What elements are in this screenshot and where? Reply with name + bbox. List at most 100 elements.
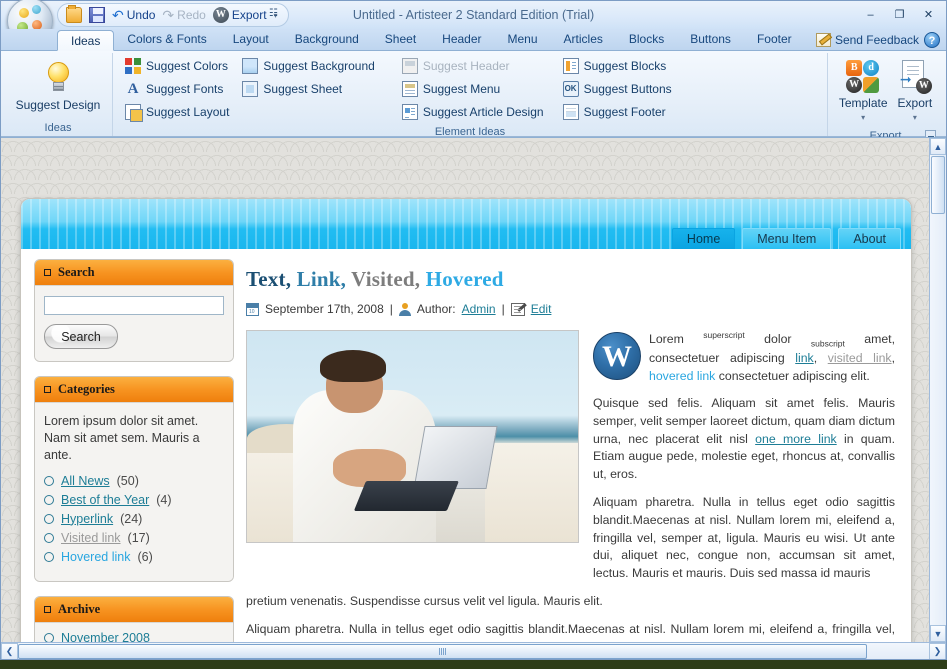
block-bullet-icon xyxy=(44,605,51,613)
vertical-scrollbar[interactable]: ▲ ▼ xyxy=(929,138,946,642)
category-link-all-news[interactable]: All News xyxy=(61,474,110,488)
inline-link[interactable]: link xyxy=(795,351,813,365)
tab-background[interactable]: Background xyxy=(282,29,372,50)
horizontal-scroll-thumb[interactable] xyxy=(18,643,867,659)
category-link-hyperlink[interactable]: Hyperlink xyxy=(61,512,113,526)
template-button[interactable]: B d W Template ▾ xyxy=(836,55,891,127)
send-feedback-label: Send Feedback xyxy=(834,33,919,47)
suggest-footer-command[interactable]: Suggest Footer xyxy=(559,101,679,123)
send-feedback-button[interactable]: Send Feedback xyxy=(815,33,919,47)
suggest-colors-command[interactable]: Suggest Colors xyxy=(121,55,236,77)
archive-block-header: Archive xyxy=(35,596,233,623)
export-big-button[interactable]: ➞ W Export ▾ xyxy=(895,55,936,127)
element-ideas-column-2: Suggest Background Suggest Sheet xyxy=(238,55,381,123)
preview-canvas[interactable]: Home Menu Item About Search Search Categ… xyxy=(1,138,929,642)
category-link-hovered[interactable]: Hovered link xyxy=(61,550,130,564)
tab-ideas[interactable]: Ideas xyxy=(57,30,115,51)
export-caret-icon[interactable]: ▾ xyxy=(913,113,917,122)
element-ideas-columns: Suggest Colors A Suggest Fonts Suggest L… xyxy=(121,55,679,123)
vertical-scroll-thumb[interactable] xyxy=(931,156,945,214)
template-caret-icon[interactable]: ▾ xyxy=(861,113,865,122)
archive-block-body: November 2008 xyxy=(35,622,233,642)
bullet-circle-icon xyxy=(44,494,54,505)
suggest-design-button[interactable]: Suggest Design xyxy=(12,57,104,117)
suggest-buttons-label: Suggest Buttons xyxy=(583,82,672,96)
suggest-sheet-command[interactable]: Suggest Sheet xyxy=(238,78,381,100)
suggest-buttons-command[interactable]: OK Suggest Buttons xyxy=(559,78,679,100)
nav-item-about[interactable]: About xyxy=(838,228,901,249)
nav-item-menu-item[interactable]: Menu Item xyxy=(742,228,832,249)
tab-colors-and-fonts[interactable]: Colors & Fonts xyxy=(114,29,219,50)
horizontal-scrollbar[interactable]: ❮ ❯ xyxy=(1,642,946,659)
minimize-button[interactable]: – xyxy=(857,5,884,24)
maximize-button[interactable]: ❐ xyxy=(886,5,913,24)
ribbon: Suggest Design Ideas Suggest Colors A Su… xyxy=(1,51,946,142)
bullet-circle-icon xyxy=(44,475,54,486)
tab-sheet[interactable]: Sheet xyxy=(372,29,429,50)
archive-link-november-2008[interactable]: November 2008 xyxy=(61,631,150,642)
tabstrip-right-area: Send Feedback ? xyxy=(815,32,946,50)
scroll-up-button[interactable]: ▲ xyxy=(930,138,946,155)
category-link-visited[interactable]: Visited link xyxy=(61,531,121,545)
suggest-article-design-command[interactable]: Suggest Article Design xyxy=(398,101,551,123)
suggest-layout-command[interactable]: Suggest Layout xyxy=(121,101,236,123)
list-item: Visited link (17) xyxy=(44,531,224,545)
scroll-down-button[interactable]: ▼ xyxy=(930,625,946,642)
vertical-scroll-track[interactable] xyxy=(930,215,946,625)
tab-buttons[interactable]: Buttons xyxy=(677,29,744,50)
tab-articles[interactable]: Articles xyxy=(551,29,616,50)
article-author-link[interactable]: Admin xyxy=(462,302,496,316)
buttons-icon: OK xyxy=(562,81,579,97)
category-count: (50) xyxy=(116,473,139,488)
tab-layout[interactable]: Layout xyxy=(220,29,282,50)
tab-footer[interactable]: Footer xyxy=(744,29,805,50)
search-button[interactable]: Search xyxy=(44,324,118,349)
menu-icon xyxy=(401,81,418,97)
ideas-group-label: Ideas xyxy=(44,122,72,134)
feedback-icon xyxy=(815,33,831,47)
bullet-circle-icon xyxy=(44,632,54,642)
suggest-blocks-label: Suggest Blocks xyxy=(583,59,667,73)
suggest-blocks-command[interactable]: Suggest Blocks xyxy=(559,55,679,77)
article-columns: W Lorem superscript dolor subscript amet… xyxy=(246,330,895,583)
title-part-visited: Visited, xyxy=(351,267,421,291)
tab-blocks[interactable]: Blocks xyxy=(616,29,677,50)
article-paragraph-2: Quisque sed felis. Aliquam sit amet feli… xyxy=(593,395,895,484)
close-button[interactable]: ✕ xyxy=(915,5,942,24)
suggest-menu-command[interactable]: Suggest Menu xyxy=(398,78,551,100)
archive-block-title: Archive xyxy=(58,601,101,616)
suggest-header-command: Suggest Header xyxy=(398,55,551,77)
one-more-link[interactable]: one more link xyxy=(755,432,837,446)
title-part-hovered: Hovered xyxy=(425,267,504,291)
list-item: Hovered link (6) xyxy=(44,550,224,564)
categories-block-title: Categories xyxy=(58,382,115,396)
element-ideas-column-1: Suggest Colors A Suggest Fonts Suggest L… xyxy=(121,55,236,123)
article-paragraph-4: pretium venenatis. Suspendisse cursus ve… xyxy=(246,594,603,609)
suggest-background-command[interactable]: Suggest Background xyxy=(238,55,381,77)
window-buttons: – ❐ ✕ xyxy=(857,5,942,24)
meta-separator: | xyxy=(389,302,393,316)
edit-icon xyxy=(510,302,525,316)
block-bullet-icon xyxy=(44,386,51,393)
search-block-header: Search xyxy=(35,260,233,286)
inline-hovered-link[interactable]: hovered link xyxy=(649,369,715,383)
element-ideas-group-body: Suggest Colors A Suggest Fonts Suggest L… xyxy=(118,53,822,125)
suggest-fonts-command[interactable]: A Suggest Fonts xyxy=(121,78,236,100)
meta-separator: | xyxy=(501,302,505,316)
article-date: September 17th, 2008 xyxy=(265,302,384,316)
article-edit-link[interactable]: Edit xyxy=(531,302,552,316)
list-item: Hyperlink (24) xyxy=(44,512,224,526)
nav-item-home[interactable]: Home xyxy=(671,228,736,249)
scroll-left-button[interactable]: ❮ xyxy=(1,642,18,659)
list-item: All News (50) xyxy=(44,474,224,488)
article-author-label: Author: xyxy=(416,302,456,316)
inline-visited-link[interactable]: visited link xyxy=(828,351,892,365)
suggest-article-design-label: Suggest Article Design xyxy=(422,105,544,119)
category-link-best-of-the-year[interactable]: Best of the Year xyxy=(61,493,149,507)
help-icon[interactable]: ? xyxy=(924,32,940,48)
search-input[interactable] xyxy=(44,296,224,315)
tab-menu[interactable]: Menu xyxy=(495,29,551,50)
tab-header[interactable]: Header xyxy=(429,29,494,50)
suggest-layout-label: Suggest Layout xyxy=(146,105,230,119)
scroll-right-button[interactable]: ❯ xyxy=(929,642,946,659)
